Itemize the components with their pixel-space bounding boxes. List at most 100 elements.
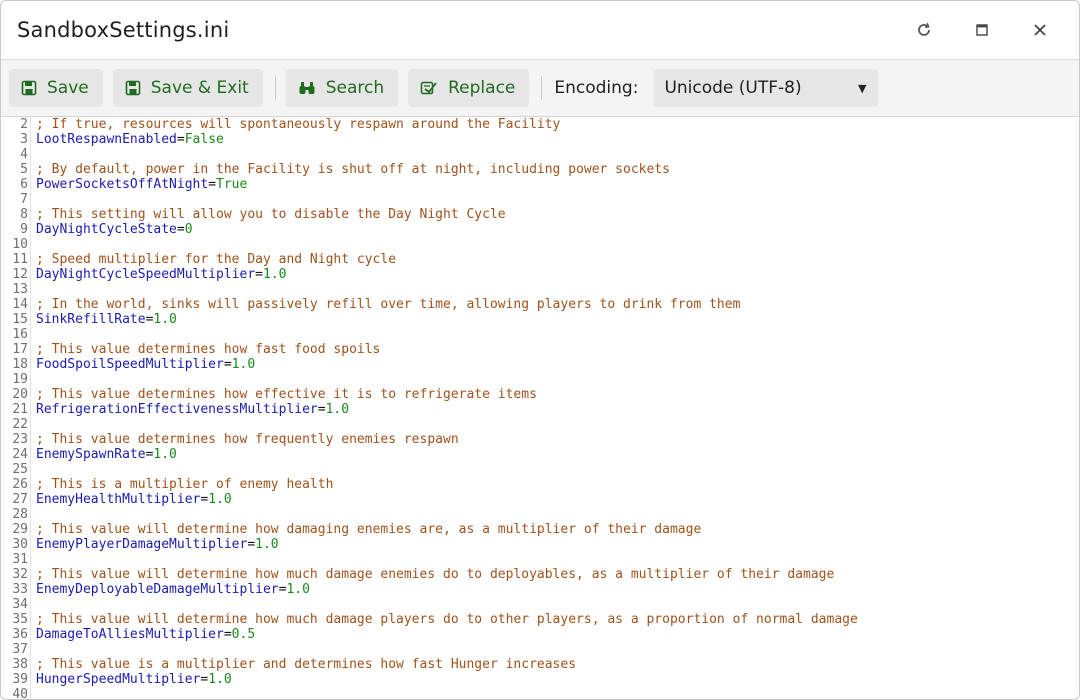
editor-line[interactable]: 34: [1, 597, 1079, 612]
line-content: ; This value determines how fast food sp…: [31, 342, 380, 357]
line-number: 38: [1, 657, 31, 672]
editor-line[interactable]: 33 EnemyDeployableDamageMultiplier=1.0: [1, 582, 1079, 597]
editor-line[interactable]: 31: [1, 552, 1079, 567]
line-content: [31, 507, 36, 522]
save-button[interactable]: Save: [9, 69, 103, 107]
editor-line[interactable]: 35 ; This value will determine how much d…: [1, 612, 1079, 627]
toolbar-divider: [541, 76, 543, 100]
search-button[interactable]: Search: [285, 69, 399, 107]
editor-line[interactable]: 39 HungerSpeedMultiplier=1.0: [1, 672, 1079, 687]
line-number: 26: [1, 477, 31, 492]
editor-line[interactable]: 3 LootRespawnEnabled=False: [1, 132, 1079, 147]
editor-line[interactable]: 10: [1, 237, 1079, 252]
line-content: [31, 147, 36, 162]
editor-line[interactable]: 2 ; If true, resources will spontaneously…: [1, 117, 1079, 132]
editor-line[interactable]: 17 ; This value determines how fast food …: [1, 342, 1079, 357]
line-number: 30: [1, 537, 31, 552]
comment-text: ; This value is a multiplier and determi…: [36, 657, 577, 672]
line-number: 28: [1, 507, 31, 522]
line-content: ; This value will determine how damaging…: [31, 522, 701, 537]
line-content: ; Speed multiplier for the Day and Night…: [31, 252, 396, 267]
editor-line[interactable]: 19: [1, 372, 1079, 387]
setting-key: SinkRefillRate: [36, 312, 146, 327]
close-button[interactable]: [1011, 10, 1069, 50]
editor-line[interactable]: 28: [1, 507, 1079, 522]
setting-value: 1.0: [208, 492, 232, 507]
line-content: ; This is a multiplier of enemy health: [31, 477, 333, 492]
editor-line[interactable]: 18 FoodSpoilSpeedMultiplier=1.0: [1, 357, 1079, 372]
line-number: 20: [1, 387, 31, 402]
replace-button[interactable]: Replace: [408, 69, 530, 107]
editor-line[interactable]: 22: [1, 417, 1079, 432]
setting-value: True: [216, 177, 248, 192]
editor-line[interactable]: 11 ; Speed multiplier for the Day and Nig…: [1, 252, 1079, 267]
line-content: ; By default, power in the Facility is s…: [31, 162, 670, 177]
editor-line[interactable]: 36 DamageToAlliesMultiplier=0.5: [1, 627, 1079, 642]
editor-line[interactable]: 21 RefrigerationEffectivenessMultiplier=1…: [1, 402, 1079, 417]
setting-value: 1.0: [231, 357, 256, 372]
editor-line[interactable]: 13: [1, 282, 1079, 297]
editor-line[interactable]: 12 DayNightCycleSpeedMultiplier=1.0: [1, 267, 1079, 282]
setting-value: 1.0: [208, 672, 232, 687]
editor-line[interactable]: 6 PowerSocketsOffAtNight=True: [1, 177, 1079, 192]
comment-text: ; Speed multiplier for the Day and Night…: [36, 252, 397, 267]
toolbar: Save Save & Exit Search Replace Encoding…: [1, 60, 1079, 117]
line-content: SinkRefillRate=1.0: [31, 312, 177, 327]
save-icon: [125, 80, 141, 96]
line-content: RefrigerationEffectivenessMultiplier=1.0: [31, 402, 349, 417]
line-content: [31, 372, 36, 387]
editor-line[interactable]: 4: [1, 147, 1079, 162]
line-content: DayNightCycleSpeedMultiplier=1.0: [31, 267, 286, 282]
editor-line[interactable]: 40: [1, 687, 1079, 699]
line-number: 13: [1, 282, 31, 297]
code-editor[interactable]: 2 ; If true, resources will spontaneously…: [1, 117, 1079, 699]
editor-line[interactable]: 29 ; This value will determine how damagi…: [1, 522, 1079, 537]
setting-key: DayNightCycleState: [36, 222, 177, 237]
equals-sign: =: [247, 537, 256, 552]
editor-line[interactable]: 20 ; This value determines how effective …: [1, 387, 1079, 402]
line-content: EnemyDeployableDamageMultiplier=1.0: [31, 582, 310, 597]
editor-line[interactable]: 38 ; This value is a multiplier and deter…: [1, 657, 1079, 672]
line-number: 6: [1, 177, 31, 192]
line-number: 24: [1, 447, 31, 462]
setting-key: HungerSpeedMultiplier: [36, 672, 201, 687]
line-number: 23: [1, 432, 31, 447]
editor-line[interactable]: 15 SinkRefillRate=1.0: [1, 312, 1079, 327]
line-number: 15: [1, 312, 31, 327]
line-content: ; This value determines how effective it…: [31, 387, 537, 402]
line-content: [31, 642, 36, 657]
editor-line[interactable]: 30 EnemyPlayerDamageMultiplier=1.0: [1, 537, 1079, 552]
editor-line[interactable]: 5 ; By default, power in the Facility is …: [1, 162, 1079, 177]
line-content: DamageToAlliesMultiplier=0.5: [31, 627, 255, 642]
comment-text: ; If true, resources will spontaneously …: [36, 117, 561, 132]
equals-sign: =: [223, 627, 232, 642]
editor-line[interactable]: 23 ; This value determines how frequently…: [1, 432, 1079, 447]
save-exit-button[interactable]: Save & Exit: [112, 69, 263, 107]
line-content: ; If true, resources will spontaneously …: [31, 117, 560, 132]
setting-key: LootRespawnEnabled: [36, 132, 177, 147]
line-number: 7: [1, 192, 31, 207]
comment-text: ; This value will determine how damaging…: [36, 522, 702, 537]
line-number: 5: [1, 162, 31, 177]
refresh-button[interactable]: [895, 10, 953, 50]
editor-line[interactable]: 26 ; This is a multiplier of enemy health: [1, 477, 1079, 492]
line-number: 16: [1, 327, 31, 342]
editor-line[interactable]: 9 DayNightCycleState=0: [1, 222, 1079, 237]
editor-line[interactable]: 32 ; This value will determine how much d…: [1, 567, 1079, 582]
maximize-button[interactable]: [953, 10, 1011, 50]
editor-line[interactable]: 7: [1, 192, 1079, 207]
editor-line[interactable]: 37: [1, 642, 1079, 657]
line-content: ; In the world, sinks will passively ref…: [31, 297, 740, 312]
editor-line[interactable]: 8 ; This setting will allow you to disabl…: [1, 207, 1079, 222]
setting-value: False: [184, 132, 224, 147]
editor-line[interactable]: 14 ; In the world, sinks will passively r…: [1, 297, 1079, 312]
encoding-select[interactable]: Unicode (UTF-8) ▼: [654, 69, 879, 107]
setting-value: 0.5: [231, 627, 256, 642]
editor-line[interactable]: 24 EnemySpawnRate=1.0: [1, 447, 1079, 462]
editor-line[interactable]: 25: [1, 462, 1079, 477]
editor-line[interactable]: 16: [1, 327, 1079, 342]
line-content: EnemyHealthMultiplier=1.0: [31, 492, 232, 507]
editor-line[interactable]: 27 EnemyHealthMultiplier=1.0: [1, 492, 1079, 507]
line-number: 19: [1, 372, 31, 387]
editor-window: SandboxSettings.ini Save Save & Exit Sea…: [0, 0, 1080, 700]
